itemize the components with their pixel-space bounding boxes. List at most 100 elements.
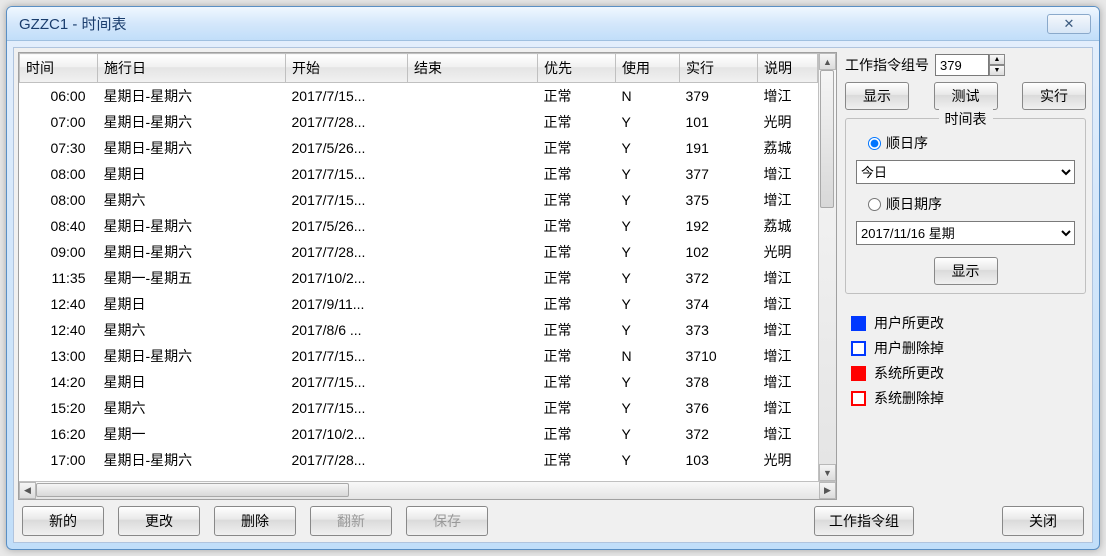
table-row[interactable]: 07:00星期日-星期六2017/7/28...正常Y101光明 (20, 109, 818, 135)
vscroll-thumb[interactable] (820, 70, 834, 208)
col-priority[interactable]: 优先 (538, 54, 616, 83)
cell-time: 06:00 (20, 83, 98, 110)
cell-day: 星期六 (98, 187, 286, 213)
show-button-2[interactable]: 显示 (934, 257, 998, 285)
cell-time: 11:35 (20, 265, 98, 291)
cell-priority: 正常 (538, 343, 616, 369)
scroll-up-icon[interactable]: ▲ (819, 53, 836, 70)
horizontal-scrollbar[interactable]: ◀ ▶ (19, 481, 836, 499)
table-row[interactable]: 12:40星期六2017/8/6 ...正常Y373增江 (20, 317, 818, 343)
scroll-left-icon[interactable]: ◀ (19, 482, 36, 499)
cell-exec: 373 (680, 317, 758, 343)
today-combo[interactable]: 今日 (856, 160, 1075, 184)
cell-use: Y (616, 395, 680, 421)
scroll-down-icon[interactable]: ▼ (819, 464, 836, 481)
titlebar[interactable]: GZZC1 - 时间表 ✕ (7, 7, 1099, 41)
cell-exec: 372 (680, 265, 758, 291)
cell-end (408, 187, 538, 213)
cell-desc: 荔城 (758, 213, 818, 239)
cell-use: Y (616, 447, 680, 473)
table-row[interactable]: 06:00星期日-星期六2017/7/15...正常N379增江 (20, 83, 818, 110)
cell-priority: 正常 (538, 109, 616, 135)
cell-desc: 增江 (758, 369, 818, 395)
exec-button[interactable]: 实行 (1022, 82, 1086, 110)
spinner-down-icon[interactable]: ▼ (989, 65, 1005, 76)
cell-day: 星期日-星期六 (98, 109, 286, 135)
refresh-button[interactable]: 翻新 (310, 506, 392, 536)
cell-desc: 增江 (758, 421, 818, 447)
save-button[interactable]: 保存 (406, 506, 488, 536)
table-row[interactable]: 13:00星期日-星期六2017/7/15...正常N3710增江 (20, 343, 818, 369)
col-day[interactable]: 施行日 (98, 54, 286, 83)
client-area: 时间 施行日 开始 结束 优先 使用 实行 说明 06: (13, 47, 1093, 543)
cell-end (408, 317, 538, 343)
group-no-spinner[interactable]: ▲ ▼ (935, 54, 1005, 76)
col-desc[interactable]: 说明 (758, 54, 818, 83)
table-row[interactable]: 12:40星期日2017/9/11...正常Y374增江 (20, 291, 818, 317)
show-button[interactable]: 显示 (845, 82, 909, 110)
table-row[interactable]: 11:35星期一-星期五2017/10/2...正常Y372增江 (20, 265, 818, 291)
table-row[interactable]: 08:40星期日-星期六2017/5/26...正常Y192荔城 (20, 213, 818, 239)
legend-user-changed: 用户所更改 (851, 313, 1080, 333)
radio-date-order[interactable] (868, 198, 881, 211)
cell-start: 2017/7/28... (286, 447, 408, 473)
cell-exec: 377 (680, 161, 758, 187)
swatch-outline-red-icon (851, 391, 866, 406)
spinner-up-icon[interactable]: ▲ (989, 54, 1005, 65)
close-icon[interactable]: ✕ (1047, 14, 1091, 34)
table-row[interactable]: 08:00星期六2017/7/15...正常Y375增江 (20, 187, 818, 213)
table-row[interactable]: 07:30星期日-星期六2017/5/26...正常Y191荔城 (20, 135, 818, 161)
col-exec[interactable]: 实行 (680, 54, 758, 83)
close-button[interactable]: 关闭 (1002, 506, 1084, 536)
table-row[interactable]: 15:20星期六2017/7/15...正常Y376增江 (20, 395, 818, 421)
radio-day-order[interactable] (868, 137, 881, 150)
hscroll-thumb[interactable] (36, 483, 349, 497)
cell-priority: 正常 (538, 135, 616, 161)
cell-time: 16:20 (20, 421, 98, 447)
cell-exec: 192 (680, 213, 758, 239)
cell-use: Y (616, 161, 680, 187)
table-row[interactable]: 09:00星期日-星期六2017/7/28...正常Y102光明 (20, 239, 818, 265)
legend-system-changed: 系统所更改 (851, 363, 1080, 383)
cell-desc: 增江 (758, 317, 818, 343)
table-row[interactable]: 17:00星期日-星期六2017/7/28...正常Y103光明 (20, 447, 818, 473)
cell-end (408, 135, 538, 161)
cell-start: 2017/7/15... (286, 161, 408, 187)
cell-desc: 增江 (758, 291, 818, 317)
cell-time: 12:40 (20, 317, 98, 343)
col-start[interactable]: 开始 (286, 54, 408, 83)
col-use[interactable]: 使用 (616, 54, 680, 83)
cell-start: 2017/5/26... (286, 213, 408, 239)
delete-button[interactable]: 删除 (214, 506, 296, 536)
table-row[interactable]: 16:20星期一2017/10/2...正常Y372增江 (20, 421, 818, 447)
bottom-bar: 新的 更改 删除 翻新 保存 工作指令组 关闭 (18, 500, 1088, 538)
date-combo[interactable]: 2017/11/16 星期 (856, 221, 1075, 245)
cell-start: 2017/7/28... (286, 109, 408, 135)
legend-system-deleted: 系统删除掉 (851, 388, 1080, 408)
test-button[interactable]: 测试 (934, 82, 998, 110)
col-end[interactable]: 结束 (408, 54, 538, 83)
cell-start: 2017/7/15... (286, 343, 408, 369)
cell-start: 2017/5/26... (286, 135, 408, 161)
cell-start: 2017/7/15... (286, 83, 408, 110)
cell-start: 2017/10/2... (286, 421, 408, 447)
schedule-table[interactable]: 时间 施行日 开始 结束 优先 使用 实行 说明 06: (19, 53, 818, 473)
vertical-scrollbar[interactable]: ▲ ▼ (818, 53, 836, 481)
cell-priority: 正常 (538, 395, 616, 421)
table-row[interactable]: 14:20星期日2017/7/15...正常Y378增江 (20, 369, 818, 395)
cell-desc: 光明 (758, 109, 818, 135)
group-no-field: 工作指令组号 ▲ ▼ (845, 54, 1086, 76)
table-row[interactable]: 08:00星期日2017/7/15...正常Y377增江 (20, 161, 818, 187)
cell-start: 2017/7/15... (286, 187, 408, 213)
cell-end (408, 447, 538, 473)
work-group-button[interactable]: 工作指令组 (814, 506, 914, 536)
new-button[interactable]: 新的 (22, 506, 104, 536)
cell-day: 星期日 (98, 369, 286, 395)
cell-day: 星期日 (98, 161, 286, 187)
timetable-group: 时间表 顺日序 今日 顺日期序 2017/11/16 星期 (845, 118, 1086, 294)
scroll-right-icon[interactable]: ▶ (819, 482, 836, 499)
edit-button[interactable]: 更改 (118, 506, 200, 536)
swatch-solid-blue-icon (851, 316, 866, 331)
col-time[interactable]: 时间 (20, 54, 98, 83)
group-no-input[interactable] (935, 54, 989, 76)
